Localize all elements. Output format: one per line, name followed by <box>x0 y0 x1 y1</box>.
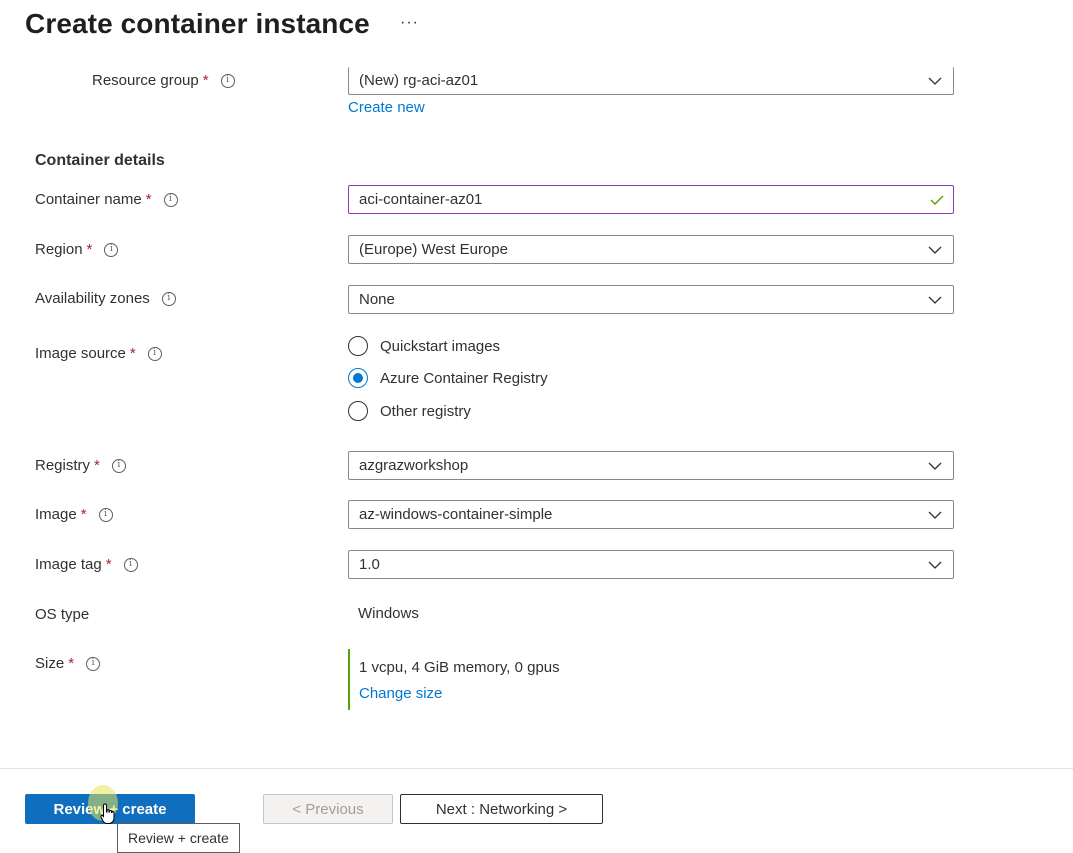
radio-button-selected[interactable] <box>348 368 368 388</box>
info-icon[interactable]: i <box>111 458 126 473</box>
radio-button[interactable] <box>348 336 368 356</box>
registry-label: Registry * i <box>35 457 126 474</box>
size-label: Size * i <box>35 655 101 672</box>
checkmark-icon <box>930 195 944 205</box>
image-value: az-windows-container-simple <box>359 506 553 523</box>
region-select[interactable]: (Europe) West Europe <box>348 235 954 264</box>
availability-zones-label: Availability zones i <box>35 290 176 307</box>
required-marker: * <box>68 655 75 672</box>
image-label-text: Image <box>35 506 77 523</box>
size-value: 1 vcpu, 4 GiB memory, 0 gpus <box>359 659 560 676</box>
image-tag-select[interactable]: 1.0 <box>348 550 954 579</box>
container-name-label-text: Container name <box>35 191 142 208</box>
required-marker: * <box>86 241 93 258</box>
image-source-label: Image source * i <box>35 345 162 362</box>
container-details-heading: Container details <box>35 152 165 169</box>
radio-button[interactable] <box>348 401 368 421</box>
chevron-down-icon <box>928 561 942 569</box>
registry-select[interactable]: azgrazworkshop <box>348 451 954 480</box>
radio-azure-container-registry[interactable]: Azure Container Registry <box>348 368 548 388</box>
radio-label: Other registry <box>380 402 471 420</box>
resource-group-select[interactable]: (New) rg-aci-az01 <box>348 67 954 95</box>
required-marker: * <box>129 345 136 362</box>
footer-divider <box>0 768 1073 769</box>
image-label: Image * i <box>35 506 113 523</box>
container-name-value: aci-container-az01 <box>359 191 483 208</box>
info-icon[interactable]: i <box>104 242 119 257</box>
review-create-tooltip: Review + create <box>117 823 240 853</box>
container-name-input[interactable]: aci-container-az01 <box>348 185 954 214</box>
size-summary: 1 vcpu, 4 GiB memory, 0 gpus Change size <box>348 649 560 710</box>
image-tag-label: Image tag * i <box>35 556 138 573</box>
availability-zones-label-text: Availability zones <box>35 290 150 307</box>
image-select[interactable]: az-windows-container-simple <box>348 500 954 529</box>
info-icon[interactable]: i <box>147 346 162 361</box>
resource-group-label-text: Resource group <box>92 72 199 89</box>
region-label: Region * i <box>35 241 119 258</box>
required-marker: * <box>145 191 152 208</box>
next-networking-button[interactable]: Next : Networking > <box>400 794 603 824</box>
resource-group-label: Resource group * i <box>92 72 235 89</box>
radio-quickstart-images[interactable]: Quickstart images <box>348 336 500 356</box>
registry-value: azgrazworkshop <box>359 457 469 474</box>
resource-group-value: (New) rg-aci-az01 <box>359 72 479 89</box>
availability-zones-select[interactable]: None <box>348 285 954 314</box>
region-label-text: Region <box>35 241 83 258</box>
image-source-label-text: Image source <box>35 345 126 362</box>
radio-other-registry[interactable]: Other registry <box>348 401 471 421</box>
info-icon[interactable]: i <box>163 192 178 207</box>
more-options-button[interactable]: ··· <box>400 14 419 32</box>
chevron-down-icon <box>928 246 942 254</box>
image-tag-value: 1.0 <box>359 556 380 573</box>
image-tag-label-text: Image tag <box>35 556 102 573</box>
info-icon[interactable]: i <box>98 507 113 522</box>
os-type-value: Windows <box>358 605 419 622</box>
chevron-down-icon <box>928 511 942 519</box>
chevron-down-icon <box>928 462 942 470</box>
info-icon[interactable]: i <box>220 73 235 88</box>
required-marker: * <box>202 72 209 89</box>
info-icon[interactable]: i <box>86 656 101 671</box>
info-icon[interactable]: i <box>123 557 138 572</box>
container-name-label: Container name * i <box>35 191 178 208</box>
change-size-link[interactable]: Change size <box>359 685 442 702</box>
required-marker: * <box>105 556 112 573</box>
region-value: (Europe) West Europe <box>359 241 508 258</box>
size-label-text: Size <box>35 655 65 672</box>
os-type-label: OS type <box>35 606 89 623</box>
info-icon[interactable]: i <box>161 291 176 306</box>
previous-button[interactable]: < Previous <box>263 794 393 824</box>
chevron-down-icon <box>928 296 942 304</box>
chevron-down-icon <box>928 77 942 85</box>
os-type-label-text: OS type <box>35 606 90 623</box>
registry-label-text: Registry <box>35 457 91 474</box>
hand-cursor-icon <box>100 803 115 824</box>
page-title: Create container instance <box>25 8 370 39</box>
create-new-link[interactable]: Create new <box>348 99 425 116</box>
availability-zones-value: None <box>359 291 395 308</box>
required-marker: * <box>94 457 100 474</box>
radio-label: Azure Container Registry <box>380 369 548 387</box>
radio-label: Quickstart images <box>380 337 501 355</box>
required-marker: * <box>80 506 87 523</box>
